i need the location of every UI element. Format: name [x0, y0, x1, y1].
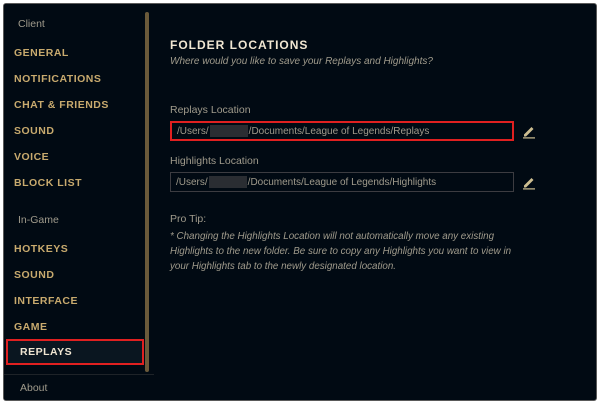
- sidebar-scrollbar[interactable]: [145, 12, 149, 372]
- section-header-client: Client: [18, 18, 45, 30]
- redacted-username: [209, 125, 248, 137]
- sidebar-item-block-list[interactable]: BLOCK LIST: [14, 177, 82, 189]
- about-row[interactable]: About: [4, 374, 154, 400]
- highlights-path-prefix: /Users/: [176, 176, 208, 188]
- sidebar-item-game[interactable]: GAME: [14, 321, 48, 333]
- pro-tip-label: Pro Tip:: [170, 213, 207, 225]
- highlights-path-suffix: /Documents/League of Legends/Highlights: [247, 176, 437, 188]
- page-subtitle: Where would you like to save your Replay…: [170, 56, 433, 67]
- highlights-location-label: Highlights Location: [170, 155, 259, 167]
- replays-location-field[interactable]: /Users/ /Documents/League of Legends/Repl…: [170, 121, 514, 141]
- replays-location-label: Replays Location: [170, 104, 251, 116]
- redacted-username: [208, 176, 247, 188]
- sidebar-item-replays[interactable]: REPLAYS: [6, 339, 144, 365]
- sidebar-item-voice[interactable]: VOICE: [14, 151, 49, 163]
- section-header-in-game: In-Game: [18, 214, 59, 226]
- highlights-location-field[interactable]: /Users/ /Documents/League of Legends/High…: [170, 172, 514, 192]
- sidebar-item-notifications[interactable]: NOTIFICATIONS: [14, 73, 101, 85]
- sidebar-item-chat-friends[interactable]: CHAT & FRIENDS: [14, 99, 109, 111]
- pencil-icon[interactable]: [521, 174, 537, 190]
- about-link[interactable]: About: [20, 382, 47, 394]
- sidebar-item-label: REPLAYS: [20, 346, 73, 358]
- settings-sidebar: Client GENERAL NOTIFICATIONS CHAT & FRIE…: [4, 4, 154, 400]
- sidebar-item-sound-ingame[interactable]: SOUND: [14, 269, 54, 281]
- sidebar-item-interface[interactable]: INTERFACE: [14, 295, 78, 307]
- page-title: FOLDER LOCATIONS: [170, 38, 309, 52]
- replays-path-suffix: /Documents/League of Legends/Replays: [248, 125, 430, 137]
- settings-window: Client GENERAL NOTIFICATIONS CHAT & FRIE…: [3, 3, 597, 401]
- sidebar-item-sound-client[interactable]: SOUND: [14, 125, 54, 137]
- pencil-icon[interactable]: [521, 123, 537, 139]
- pro-tip-text: * Changing the Highlights Location will …: [170, 231, 512, 272]
- sidebar-item-hotkeys[interactable]: HOTKEYS: [14, 243, 68, 255]
- replays-path-prefix: /Users/: [177, 125, 209, 137]
- folder-locations-panel: FOLDER LOCATIONS Where would you like to…: [154, 4, 596, 400]
- sidebar-item-general[interactable]: GENERAL: [14, 47, 69, 59]
